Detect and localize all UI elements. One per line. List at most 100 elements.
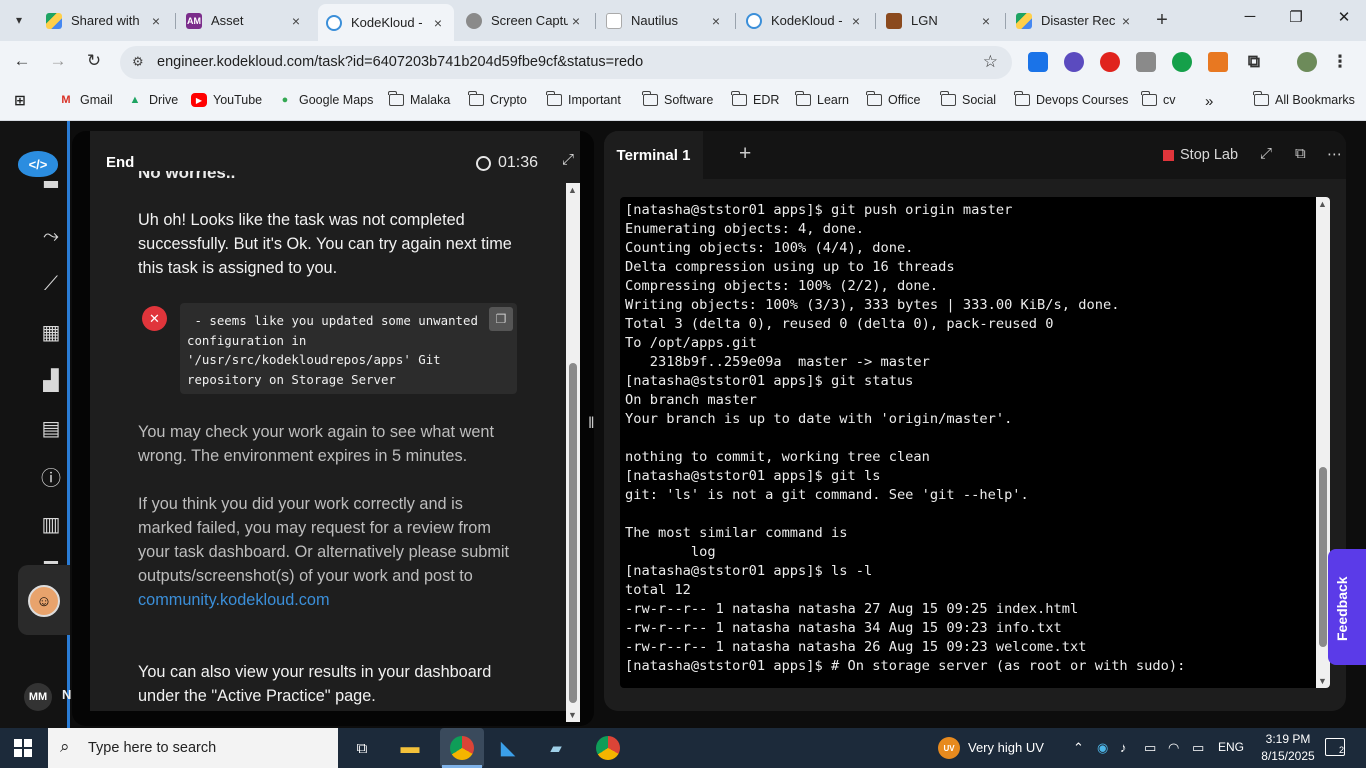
taskbar-search[interactable]: ⌕ Type here to search (48, 728, 338, 768)
info-icon[interactable]: ⓘ (38, 464, 64, 490)
bookmark-cv[interactable]: cv (1140, 91, 1176, 107)
scrollbar-thumb[interactable] (569, 363, 577, 703)
tab-close-icon[interactable]: × (430, 15, 446, 31)
route-icon[interactable]: ⤳ (38, 224, 64, 248)
bookmark-edr[interactable]: EDR (730, 91, 779, 107)
add-terminal-button[interactable]: + (739, 142, 751, 166)
clock-date[interactable]: 8/15/2025 (1260, 749, 1316, 763)
kodekloud-logo-icon[interactable]: </> (18, 151, 58, 177)
red-extension-icon[interactable] (1100, 52, 1120, 72)
scroll-up-arrow-icon[interactable]: ▲ (568, 185, 577, 195)
vpn-icon[interactable]: ◉ (1097, 740, 1108, 756)
tab-close-icon[interactable]: × (708, 13, 724, 29)
file-explorer-icon[interactable]: ▬ (396, 734, 424, 762)
assistant-avatar-box[interactable]: ☺ (18, 565, 70, 635)
tab-disaster-recovery[interactable]: Disaster Rec × (1008, 6, 1142, 35)
tab-lgn[interactable]: LGN × (878, 6, 1002, 35)
open-external-icon[interactable]: ⧉ (1295, 145, 1306, 162)
apps-grid-icon[interactable]: ⊞ (12, 92, 34, 108)
bookmark-star-icon[interactable]: ☆ (983, 52, 998, 72)
chrome-taskbar-icon[interactable] (440, 728, 484, 768)
bookmark-crypto[interactable]: Crypto (467, 91, 527, 107)
stop-lab-button[interactable]: Stop Lab (1163, 147, 1238, 163)
bookmark-office[interactable]: Office (865, 91, 920, 107)
copy-icon[interactable]: ❐ (489, 307, 513, 331)
assistant-avatar[interactable]: ☺ (28, 585, 60, 617)
scrollbar-thumb[interactable] (1319, 467, 1327, 647)
tab-nautilus[interactable]: Nautilus × (598, 6, 732, 35)
notepad-icon[interactable]: ▰ (542, 734, 570, 762)
clock-time[interactable]: 3:19 PM (1263, 732, 1313, 746)
terminal-tab[interactable]: Terminal 1 (604, 131, 703, 179)
extensions-puzzle-icon[interactable]: ⧉ (1244, 52, 1264, 72)
bookmark-youtube[interactable]: ▶ YouTube (191, 93, 262, 107)
bookmark-important[interactable]: Important (545, 91, 621, 107)
tab-kodekloud-2[interactable]: KodeKloud - × (738, 6, 872, 35)
bookmark-social[interactable]: Social (939, 91, 996, 107)
minimize-icon[interactable]: ─ (1240, 8, 1260, 25)
bookmark-malaka[interactable]: Malaka (387, 91, 450, 107)
panel-resize-handle[interactable]: ‖ (588, 415, 596, 433)
bookmark-devops-courses[interactable]: Devops Courses (1013, 91, 1128, 107)
tab-close-icon[interactable]: × (978, 13, 994, 29)
scroll-down-arrow-icon[interactable]: ▼ (1318, 676, 1327, 686)
bookmark-google-maps[interactable]: ● Google Maps (277, 93, 374, 107)
tab-shared-with[interactable]: Shared with × (38, 6, 172, 35)
screen-recorder-extension-icon[interactable] (1028, 52, 1048, 72)
user-avatar[interactable]: MM (24, 683, 52, 711)
expand-icon[interactable]: ⤢ (1260, 145, 1272, 162)
message-icon[interactable]: ▤ (38, 416, 64, 440)
grammarly-extension-icon[interactable] (1172, 52, 1192, 72)
more-bookmarks-button[interactable]: » (1205, 93, 1213, 110)
url-text[interactable]: engineer.kodekloud.com/task?id=6407203b7… (157, 54, 643, 70)
bookmark-software[interactable]: Software (641, 91, 713, 107)
leaderboard-icon[interactable]: ▟ (38, 368, 64, 392)
new-tab-button[interactable]: + (1150, 9, 1174, 31)
volume-icon[interactable]: ♪ (1120, 740, 1127, 755)
weather-text[interactable]: Very high UV (968, 740, 1044, 755)
feedback-button[interactable]: Feedback (1328, 549, 1366, 665)
tab-asset[interactable]: AM Asset × (178, 6, 312, 35)
book-icon[interactable]: ▥ (38, 512, 64, 536)
notification-icon[interactable]: 2 (1325, 738, 1345, 756)
vscode-icon[interactable]: ◣ (494, 734, 522, 762)
progress-chart-icon[interactable]: ⟋ (38, 272, 64, 296)
restore-icon[interactable]: ❐ (1286, 8, 1306, 26)
wifi-icon[interactable]: ◠ (1168, 740, 1179, 756)
forward-icon[interactable]: → (47, 51, 69, 71)
meet-icon[interactable]: ▭ (1144, 740, 1156, 756)
briefcase-icon[interactable]: ▀ (38, 181, 64, 195)
tab-close-icon[interactable]: × (288, 13, 304, 29)
scroll-up-arrow-icon[interactable]: ▲ (1318, 199, 1327, 209)
all-bookmarks[interactable]: All Bookmarks (1252, 91, 1355, 107)
tab-screen-capture[interactable]: Screen Captu × (458, 6, 592, 35)
language-indicator[interactable]: ENG (1218, 740, 1244, 754)
tray-chevron-up-icon[interactable]: ⌃ (1073, 740, 1084, 756)
metamask-extension-icon[interactable] (1208, 52, 1228, 72)
more-options-icon[interactable]: ⋯ (1327, 145, 1342, 163)
close-window-icon[interactable]: ✕ (1334, 8, 1354, 26)
tab-close-icon[interactable]: × (568, 13, 584, 29)
scroll-down-arrow-icon[interactable]: ▼ (568, 710, 577, 720)
windows-start-icon[interactable] (14, 739, 32, 757)
bookmark-learn[interactable]: Learn (794, 91, 849, 107)
profile-avatar[interactable] (1297, 52, 1317, 72)
proton-extension-icon[interactable] (1064, 52, 1084, 72)
weather-uv-icon[interactable]: UV (938, 737, 960, 759)
community-link[interactable]: community.kodekloud.com (138, 591, 330, 609)
tab-close-icon[interactable]: × (148, 13, 164, 29)
chrome-profile-icon[interactable] (594, 734, 622, 762)
task-view-icon[interactable]: ⧉ (348, 734, 376, 762)
site-info-icon[interactable]: ⚙ (132, 54, 148, 70)
tab-kodekloud-active[interactable]: KodeKloud - × (318, 4, 454, 41)
clapperboard-icon[interactable]: ▦ (38, 320, 64, 344)
battery-icon[interactable]: ▭ (1192, 740, 1204, 756)
reload-icon[interactable]: ↻ (83, 51, 105, 71)
address-bar[interactable]: ⚙ engineer.kodekloud.com/task?id=6407203… (120, 46, 1012, 79)
terminal-screen[interactable]: [natasha@ststor01 apps]$ git push origin… (620, 197, 1330, 688)
tab-search-icon[interactable]: ▾ (6, 8, 32, 32)
bookmark-gmail[interactable]: M Gmail (58, 93, 112, 107)
more-menu-icon[interactable]: ⋮ (1330, 52, 1350, 72)
back-icon[interactable]: ← (11, 51, 33, 71)
screen-capture-extension-icon[interactable] (1136, 52, 1156, 72)
